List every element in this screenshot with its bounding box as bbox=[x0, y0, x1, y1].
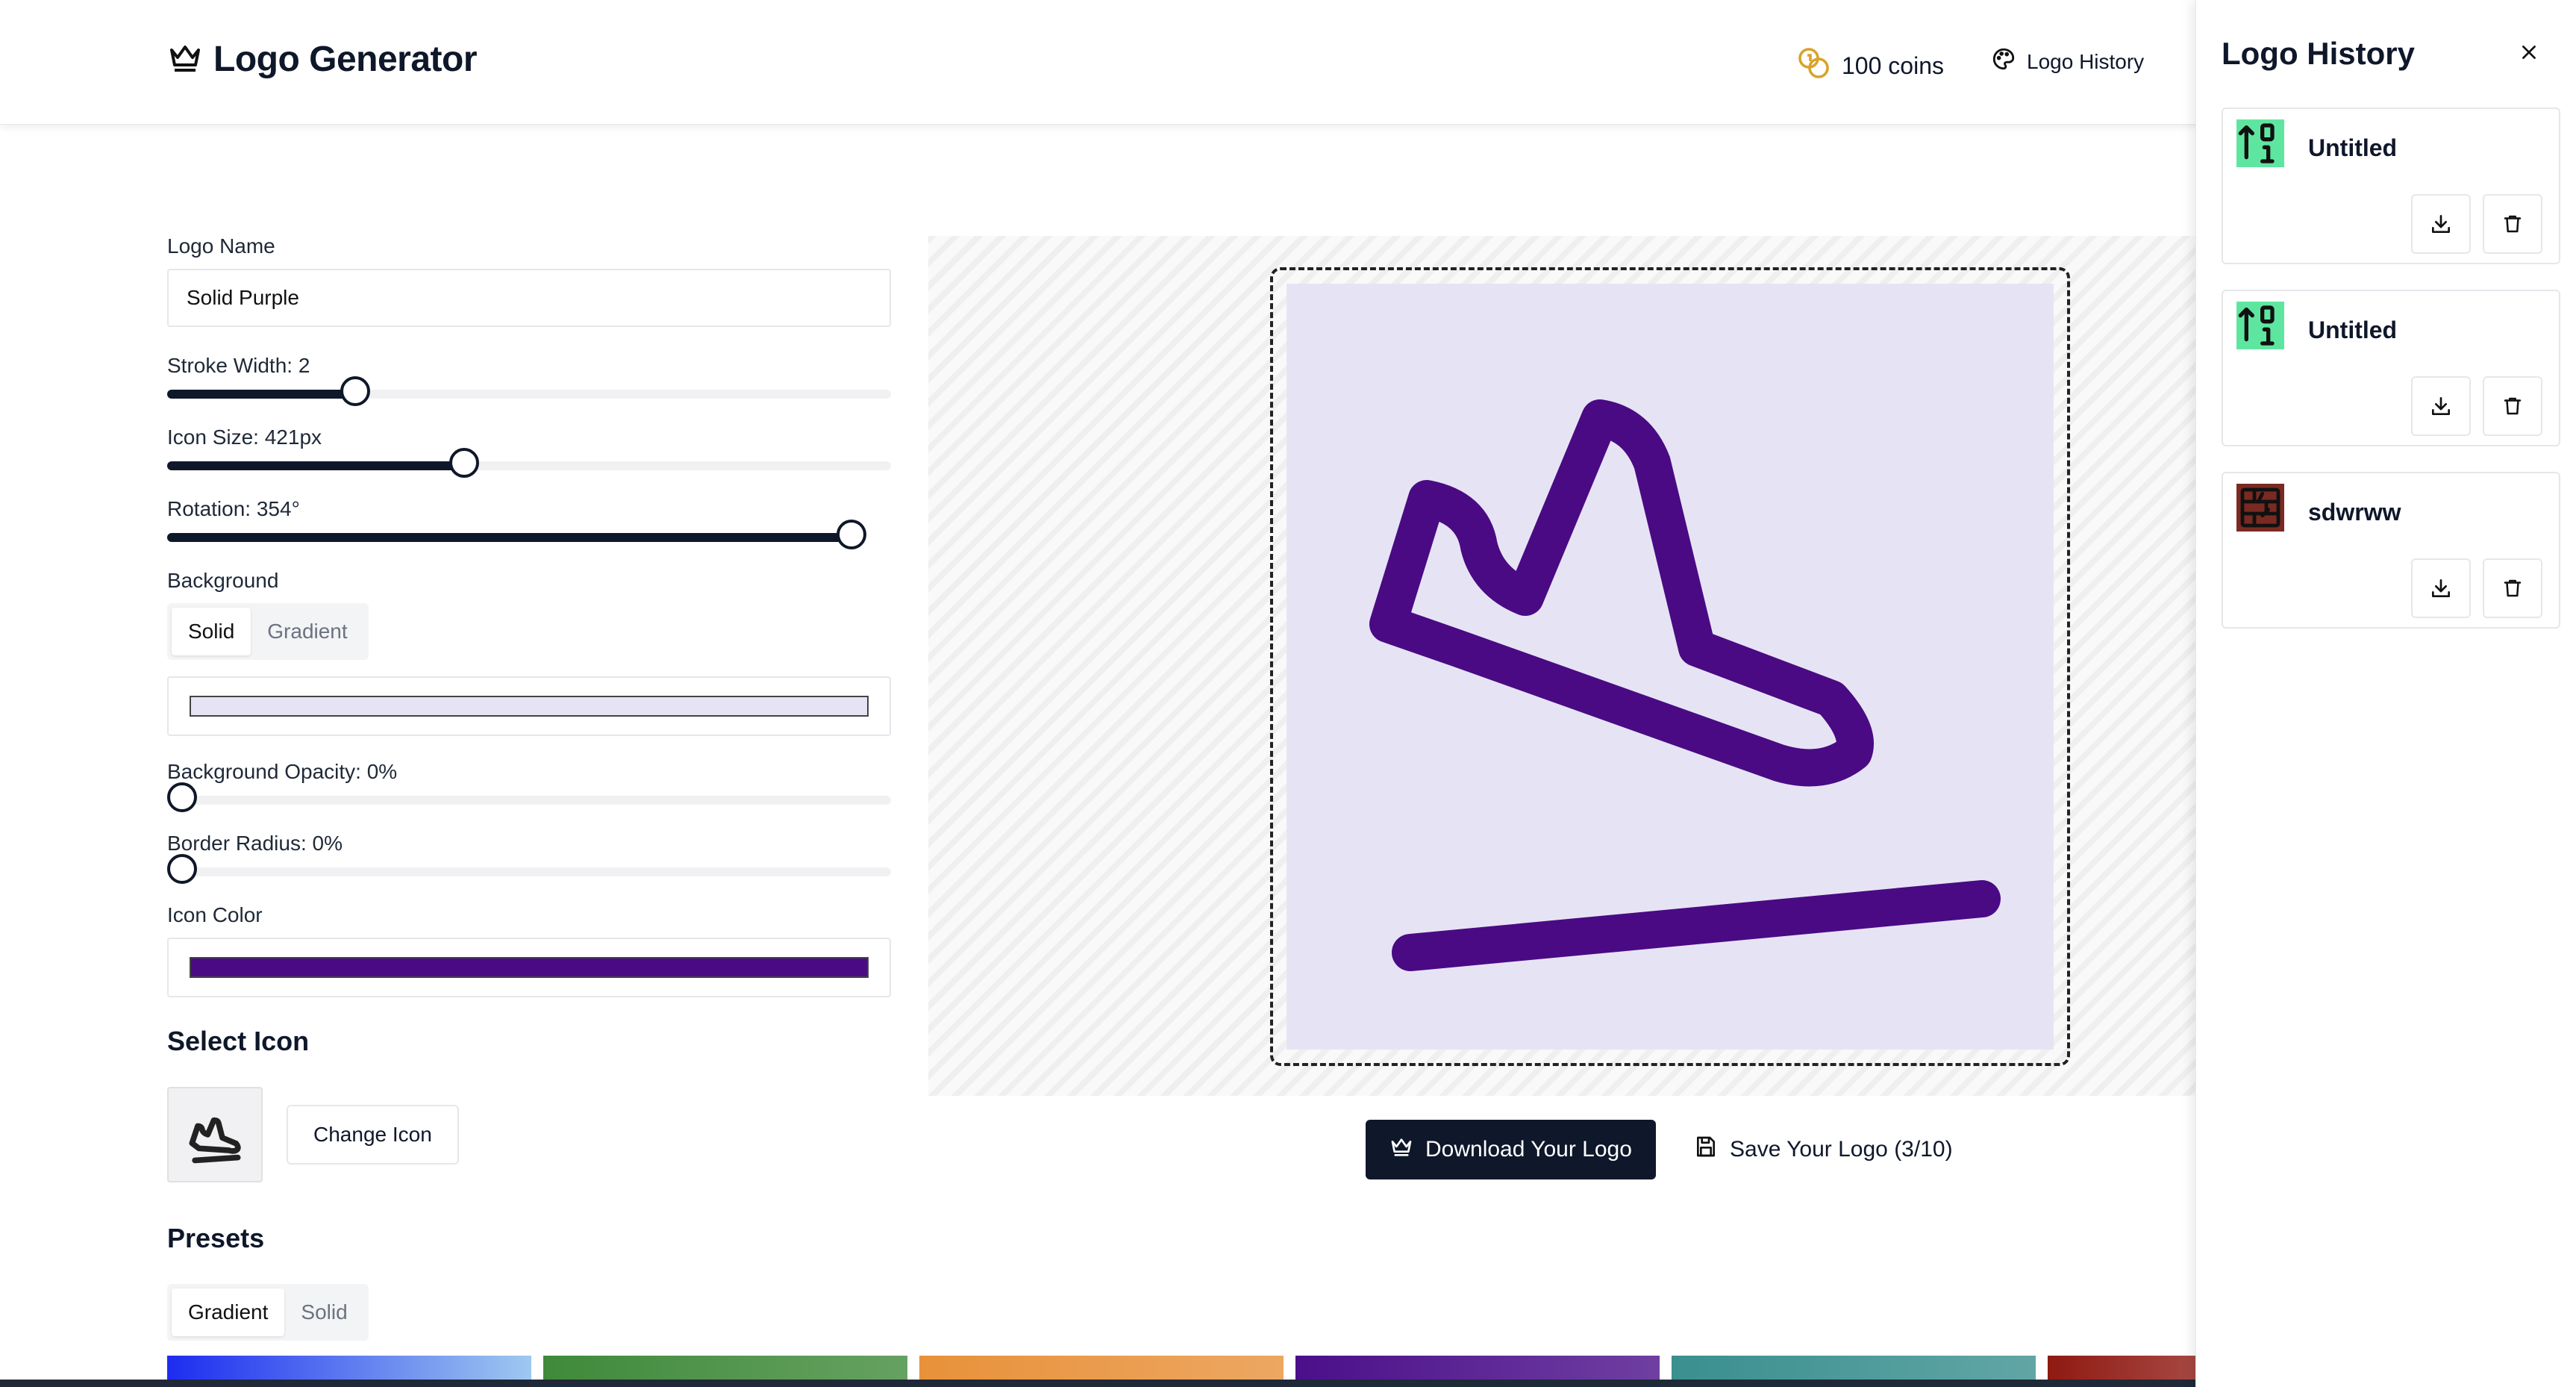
logo-preview-area bbox=[928, 236, 2197, 1096]
download-logo-label: Download Your Logo bbox=[1425, 1137, 1632, 1162]
download-icon[interactable] bbox=[2411, 558, 2471, 618]
download-icon[interactable] bbox=[2411, 194, 2471, 254]
palette-icon bbox=[1991, 46, 2016, 77]
logo-history-panel: Logo History Untitled Untitled sdwrww bbox=[2195, 0, 2576, 1387]
background-opacity-thumb[interactable] bbox=[167, 782, 197, 812]
logo-history-button[interactable]: Logo History bbox=[1991, 46, 2144, 77]
background-color-swatch bbox=[190, 696, 869, 717]
border-radius-slider[interactable] bbox=[167, 854, 891, 884]
history-item: Untitled bbox=[2222, 107, 2560, 264]
preset-tabs: Gradient Solid bbox=[167, 1284, 369, 1341]
trash-icon[interactable] bbox=[2483, 194, 2542, 254]
rotation-slider[interactable] bbox=[167, 520, 867, 549]
tab-preset-gradient[interactable]: Gradient bbox=[172, 1288, 285, 1336]
save-logo-label: Save Your Logo (3/10) bbox=[1730, 1137, 1953, 1162]
crown-icon bbox=[1389, 1135, 1413, 1164]
tab-background-solid[interactable]: Solid bbox=[172, 608, 251, 655]
sort-number-icon bbox=[2236, 119, 2284, 167]
preview-sneaker-icon bbox=[1287, 284, 2054, 1050]
stroke-width-label: Stroke Width: 2 bbox=[167, 354, 310, 377]
stroke-width-fill bbox=[167, 390, 356, 399]
crown-icon bbox=[167, 41, 203, 78]
selected-icon-tile[interactable] bbox=[167, 1087, 263, 1182]
close-icon[interactable] bbox=[2513, 36, 2545, 69]
brick-wall-icon bbox=[2236, 484, 2284, 532]
save-logo-button[interactable]: Save Your Logo (3/10) bbox=[1694, 1120, 1953, 1179]
sneaker-icon bbox=[181, 1099, 249, 1171]
app-title: Logo Generator bbox=[213, 40, 478, 79]
logo-history-label: Logo History bbox=[2027, 49, 2145, 73]
tab-preset-solid[interactable]: Solid bbox=[284, 1288, 363, 1336]
icon-size-thumb[interactable] bbox=[448, 448, 479, 478]
floppy-disk-icon bbox=[1694, 1135, 1718, 1165]
history-item: Untitled bbox=[2222, 290, 2560, 446]
presets-heading: Presets bbox=[167, 1223, 265, 1253]
history-item-name: sdwrww bbox=[2308, 499, 2401, 526]
tab-background-gradient[interactable]: Gradient bbox=[251, 608, 363, 655]
history-item-name: Untitled bbox=[2308, 317, 2398, 343]
change-icon-button[interactable]: Change Icon bbox=[287, 1105, 459, 1165]
logo-name-label: Logo Name bbox=[167, 234, 275, 258]
download-logo-button[interactable]: Download Your Logo bbox=[1366, 1120, 1656, 1179]
coins-icon bbox=[1795, 45, 1831, 87]
trash-icon[interactable] bbox=[2483, 376, 2542, 436]
rotation-label: Rotation: 354° bbox=[167, 497, 300, 520]
background-type-tabs: Solid Gradient bbox=[167, 603, 369, 660]
border-radius-label: Border Radius: 0% bbox=[167, 832, 343, 855]
select-icon-heading: Select Icon bbox=[167, 1026, 310, 1056]
window-bottom-edge bbox=[0, 1380, 2576, 1387]
trash-icon[interactable] bbox=[2483, 558, 2542, 618]
icon-color-label: Icon Color bbox=[167, 903, 263, 926]
background-opacity-slider[interactable] bbox=[167, 782, 891, 812]
download-icon[interactable] bbox=[2411, 376, 2471, 436]
icon-color-picker[interactable] bbox=[167, 938, 891, 997]
icon-color-swatch bbox=[190, 957, 869, 978]
coins-counter: 100 coins bbox=[1795, 45, 1944, 87]
brand: Logo Generator bbox=[167, 39, 478, 80]
icon-size-slider[interactable] bbox=[167, 448, 891, 478]
rotation-fill bbox=[167, 533, 852, 542]
icon-size-label: Icon Size: 421px bbox=[167, 426, 322, 449]
coins-label: 100 coins bbox=[1842, 52, 1944, 79]
stroke-width-thumb[interactable] bbox=[340, 376, 371, 406]
rotation-thumb[interactable] bbox=[837, 520, 867, 549]
history-title: Logo History bbox=[2222, 36, 2415, 71]
icon-size-fill bbox=[167, 461, 464, 470]
background-opacity-label: Background Opacity: 0% bbox=[167, 760, 398, 783]
top-header: Logo Generator 100 coins Logo History bbox=[0, 0, 2576, 125]
background-color-picker[interactable] bbox=[167, 676, 891, 736]
sort-number-icon bbox=[2236, 302, 2284, 349]
history-item: sdwrww bbox=[2222, 472, 2560, 629]
history-item-name: Untitled bbox=[2308, 134, 2398, 161]
stroke-width-slider[interactable] bbox=[167, 376, 891, 406]
border-radius-thumb[interactable] bbox=[167, 854, 197, 884]
logo-name-input[interactable]: Solid Purple bbox=[167, 269, 891, 327]
background-label: Background bbox=[167, 569, 279, 592]
